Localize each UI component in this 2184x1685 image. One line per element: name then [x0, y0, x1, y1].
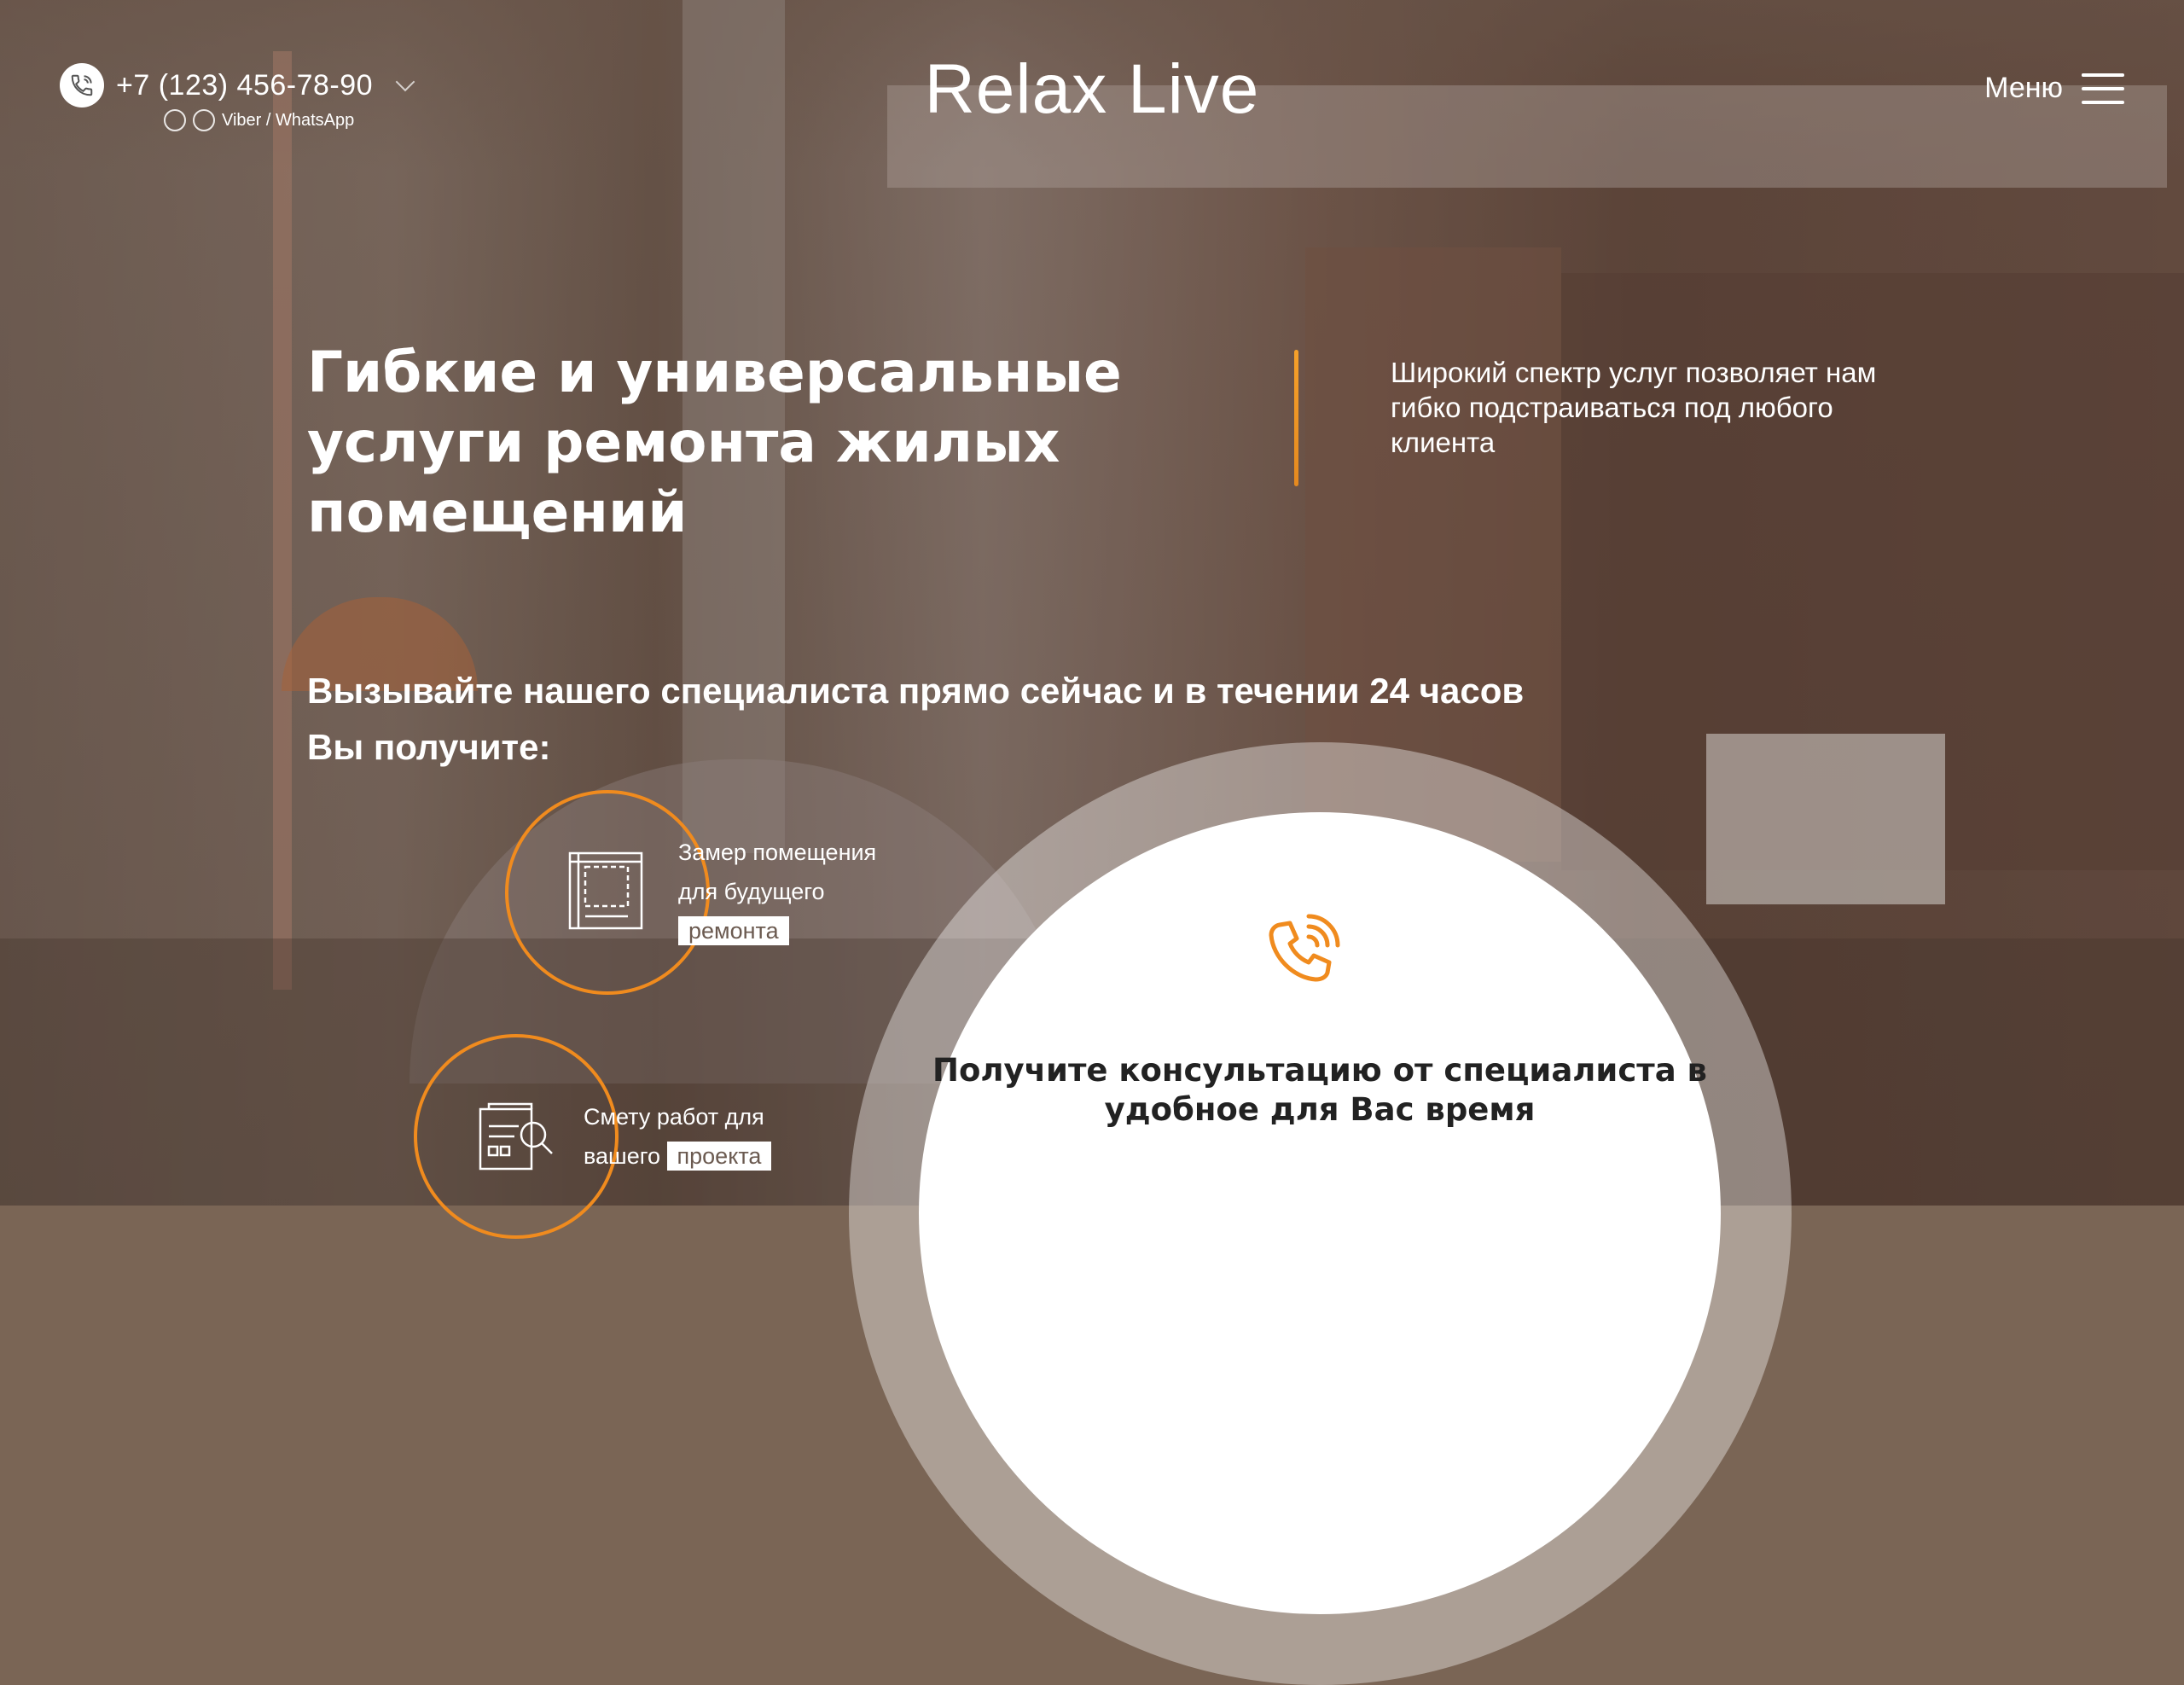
hero-description: Широкий спектр услуг позволяет нам гибко… [1391, 357, 1877, 458]
blueprint-measure-icon [563, 848, 648, 938]
feature-text: Смету работ для вашего проекта [584, 1097, 805, 1176]
feature-text-main: Замер помещения для будущего [678, 840, 877, 904]
accent-divider [1294, 350, 1298, 486]
feature-highlight: ремонта [678, 916, 789, 945]
feature-text: Замер помещения для будущего ремонта [678, 833, 917, 950]
cta-subtitle: Вы получите: [307, 727, 551, 767]
menu-button[interactable]: Меню [1984, 72, 2124, 105]
feature-highlight: проекта [666, 1142, 772, 1171]
site-logo[interactable]: Relax Live [0, 49, 2184, 130]
phone-ringing-icon [1259, 909, 1345, 999]
hero-title: Гибкие и универсальные услуги ремонта жи… [307, 340, 1122, 545]
hamburger-icon [2082, 73, 2124, 104]
consultation-text: Получите консультацию от специалиста в у… [932, 1052, 1707, 1128]
estimate-plan-icon [472, 1101, 557, 1182]
cta-line: Вызывайте нашего специалиста прямо сейча… [307, 671, 1525, 711]
menu-label: Меню [1984, 72, 2063, 104]
